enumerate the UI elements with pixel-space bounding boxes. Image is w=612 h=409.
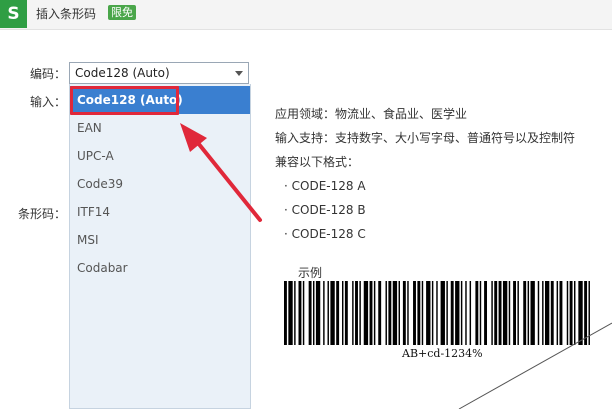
barcode-bar bbox=[369, 281, 373, 345]
encoding-option[interactable]: Code39 bbox=[70, 170, 250, 198]
encoding-option[interactable]: Codabar bbox=[70, 254, 250, 282]
wps-logo-icon: S bbox=[0, 0, 27, 28]
barcode-bar bbox=[569, 281, 573, 345]
info-support: 输入支持：支持数字、大小写字母、普通符号以及控制符 bbox=[275, 131, 576, 145]
info-compat-heading: 兼容以下格式： bbox=[275, 155, 360, 169]
barcode-bar bbox=[359, 281, 361, 345]
barcode-bar bbox=[294, 281, 296, 345]
barcode-bar bbox=[566, 281, 569, 345]
barcode-sample-text: AB+cd-1234% bbox=[402, 347, 483, 360]
barcode-bar bbox=[537, 281, 540, 345]
barcode-bar bbox=[440, 281, 445, 345]
encoding-option[interactable]: EAN bbox=[70, 114, 250, 142]
encoding-option[interactable]: MSI bbox=[70, 226, 250, 254]
barcode-bar bbox=[436, 281, 438, 345]
barcode-bar bbox=[479, 281, 482, 345]
barcode-bar bbox=[402, 281, 406, 345]
barcode-bar bbox=[288, 281, 293, 345]
title-bar: S 插入条形码 限免 bbox=[0, 0, 612, 30]
barcode-bar bbox=[550, 281, 554, 345]
barcode-bar bbox=[446, 281, 448, 345]
barcode-bar bbox=[385, 281, 387, 345]
barcode-bar bbox=[517, 281, 519, 345]
barcode-bar bbox=[298, 281, 302, 345]
barcode-bar bbox=[302, 281, 305, 345]
barcode-bar bbox=[431, 281, 434, 345]
barcode-bar bbox=[284, 281, 287, 345]
barcode-bar bbox=[308, 281, 312, 345]
format-item: · CODE-128 C bbox=[284, 227, 366, 241]
barcode-bar bbox=[327, 281, 329, 345]
barcode-bar bbox=[388, 281, 392, 345]
barcode-bar bbox=[363, 281, 369, 345]
barcode-bar bbox=[574, 281, 576, 345]
barcode-bar bbox=[336, 281, 340, 345]
barcode-bar bbox=[352, 281, 354, 345]
input-label: 输入： bbox=[30, 95, 67, 109]
free-badge: 限免 bbox=[108, 5, 136, 20]
barcode-bar bbox=[373, 281, 376, 345]
barcode-bar bbox=[417, 281, 421, 345]
barcode-bar bbox=[450, 281, 454, 345]
barcode-bar bbox=[542, 281, 544, 345]
barcode-bar bbox=[559, 281, 563, 345]
barcode-bar bbox=[378, 281, 382, 345]
barcode-bar bbox=[460, 281, 463, 345]
encoding-select-value: Code128 (Auto) bbox=[75, 66, 170, 80]
format-item: · CODE-128 B bbox=[284, 203, 366, 217]
barcode-bar bbox=[344, 281, 348, 345]
encoding-select[interactable]: Code128 (Auto) bbox=[69, 62, 249, 84]
barcode-bar bbox=[355, 281, 358, 345]
chevron-down-icon[interactable] bbox=[235, 71, 243, 76]
barcode-bar bbox=[475, 281, 479, 345]
barcode-bar bbox=[398, 281, 400, 345]
sample-label: 示例 bbox=[298, 266, 323, 280]
barcode-bar bbox=[469, 281, 472, 345]
barcode-bar bbox=[498, 281, 502, 345]
barcode-bar bbox=[323, 281, 325, 345]
barcode-bar bbox=[584, 281, 588, 345]
barcode-bar bbox=[413, 281, 416, 345]
barcode-bar bbox=[545, 281, 550, 345]
highlight-box bbox=[70, 86, 179, 115]
encoding-option[interactable]: UPC-A bbox=[70, 142, 250, 170]
barcode-bar bbox=[494, 281, 498, 345]
barcode-bar bbox=[527, 281, 530, 345]
barcode-bar bbox=[508, 281, 511, 345]
barcode-label: 条形码： bbox=[18, 207, 67, 221]
barcode-bar bbox=[426, 281, 431, 345]
barcode-bar bbox=[465, 281, 467, 345]
format-item: · CODE-128 A bbox=[284, 179, 366, 193]
barcode-bar bbox=[530, 281, 535, 345]
barcode-bar bbox=[407, 281, 409, 345]
barcode-bar bbox=[588, 281, 590, 345]
barcode-bar bbox=[392, 281, 398, 345]
barcode-bar bbox=[491, 281, 493, 345]
encoding-label: 编码： bbox=[30, 67, 67, 81]
barcode-bar bbox=[330, 281, 335, 345]
dialog-title: 插入条形码 bbox=[36, 7, 97, 21]
barcode-bar bbox=[315, 281, 321, 345]
barcode-bar bbox=[556, 281, 559, 345]
barcode-bar bbox=[523, 281, 527, 345]
barcode-bar bbox=[578, 281, 583, 345]
barcode-bar bbox=[513, 281, 516, 345]
barcode-bar bbox=[455, 281, 460, 345]
encoding-dropdown-list: Code128 (Auto) EAN UPC-A Code39 ITF14 MS… bbox=[69, 84, 251, 409]
barcode-bar bbox=[342, 281, 344, 345]
barcode-image bbox=[284, 281, 590, 345]
encoding-option[interactable]: ITF14 bbox=[70, 198, 250, 226]
barcode-bar bbox=[484, 281, 487, 345]
insert-barcode-dialog: S 插入条形码 限免 编码： 输入： 条形码： Code128 (Auto) C… bbox=[0, 0, 612, 409]
barcode-bar bbox=[313, 281, 315, 345]
barcode-bar bbox=[421, 281, 424, 345]
barcode-bar bbox=[502, 281, 508, 345]
info-application: 应用领域：物流业、食品业、医学业 bbox=[275, 107, 468, 121]
